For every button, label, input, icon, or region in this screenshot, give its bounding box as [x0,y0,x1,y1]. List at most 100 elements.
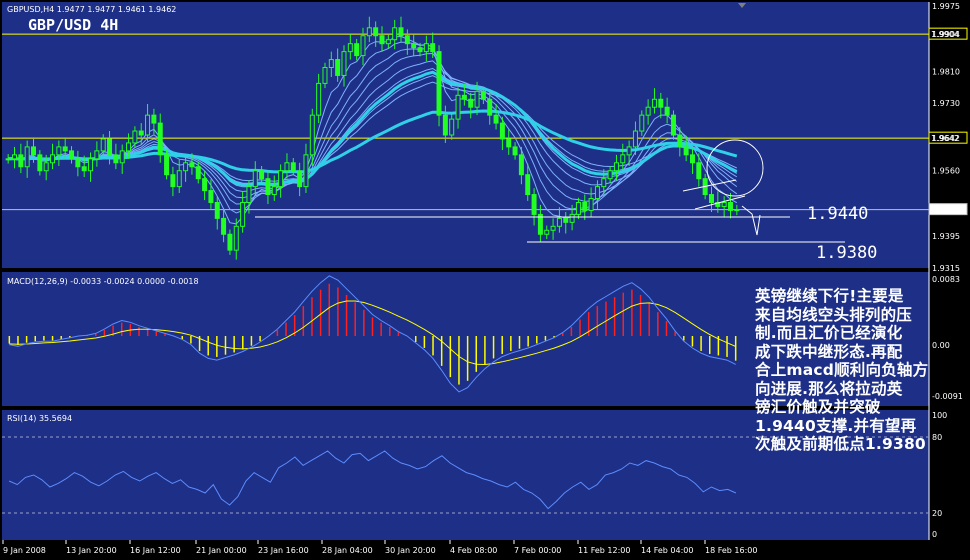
price-tick-label: 1.9642 [932,134,960,143]
candle-body [208,190,214,203]
x-tick-label: 16 Jan 12:00 [130,546,181,555]
candle-body [195,166,201,180]
candle-body [132,130,138,144]
x-axis: 9 Jan 2008 13 Jan 20:00 16 Jan 12:00 21 Jan… [2,540,757,555]
candle-body [151,114,157,124]
comment-line: 合上macd顺利向负轴方 [755,361,929,379]
price-tick-label: 1.9395 [932,232,960,241]
candle-body [639,114,645,132]
candle-body [449,118,455,136]
candle-body [601,178,607,188]
candle-body [328,59,334,69]
candle-body [170,174,176,188]
candle-body [335,59,341,76]
candle-body [721,201,727,207]
candle-body [259,170,265,180]
comment-line: 1.9440支撑.并有望再 [755,416,917,435]
candle-body [31,146,37,156]
candle-body [227,233,233,251]
candle-body [214,201,220,219]
candle-body [43,162,49,172]
macd-tick-top: 0.0083 [932,275,960,284]
candle-body [430,43,436,53]
candle-body [284,162,290,172]
x-tick-label: 30 Jan 20:00 [385,546,436,555]
candle-body [233,225,239,251]
candle-body [392,27,398,41]
candle-body [689,154,695,164]
candle-body [645,106,651,116]
candle-body [164,154,170,176]
x-tick-label: 21 Jan 00:00 [196,546,247,555]
candle-body [411,43,417,49]
x-tick-label: 13 Jan 20:00 [66,546,117,555]
candle-body [398,27,404,37]
candle-body [138,130,144,136]
candle-body [126,142,132,152]
candle-body [727,201,733,211]
candle-body [265,178,271,196]
candle-body [62,146,68,152]
candle-body [461,94,467,100]
x-tick-label: 23 Jan 16:00 [258,546,309,555]
candle-body [607,170,613,180]
chart-title: GBP/USD 4H [28,16,118,34]
candle-body [309,114,315,156]
candle-body [664,106,670,116]
candle-body [544,229,550,235]
candle-body [506,138,512,148]
candle-body [683,146,689,156]
candle-body [493,114,499,124]
price-tick-label: 1.9904 [932,30,960,39]
candle-body [303,154,309,188]
candle-body [569,213,575,223]
candle-body [113,154,119,164]
candle-body [670,114,676,136]
candle-body [37,154,43,172]
candle-body [734,209,740,212]
candle-body [373,27,379,37]
x-tick-label: 28 Jan 04:00 [322,546,373,555]
candle-body [189,162,195,168]
candle-body [360,35,366,57]
candle-body [347,43,353,53]
candle-body [512,146,518,156]
comment-line: 来自均线空头排列的压 [755,305,913,324]
x-tick-label: 7 Feb 00:00 [514,546,561,555]
candle-body [594,186,600,200]
candle-body [94,150,100,160]
candle-body [81,166,87,172]
candle-body [518,154,524,176]
candle-body [202,178,208,192]
candle-body [423,43,429,53]
comment-line: 镑汇价触及并突破 [755,398,881,416]
candle-body [24,146,30,168]
candle-body [100,138,106,152]
candle-body [18,154,24,168]
candle-body [708,194,714,203]
candle-body [385,39,391,45]
candle-body [487,98,493,116]
candle-body [499,122,505,140]
candle-body [417,47,423,53]
symbol-info: GBPUSD,H4 1.9477 1.9477 1.9461 1.9462 [7,5,176,14]
comment-line: 英镑继续下行!主要是 [755,287,904,305]
candle-body [107,138,113,156]
support-label-2: 1.9380 [816,243,877,263]
rsi-tick-20: 20 [932,509,942,518]
candle-body [297,170,303,188]
candle-body [531,194,537,215]
candle-body [183,162,189,172]
price-tick-label: 1.9730 [932,99,960,108]
macd-label: MACD(12,26,9) -0.0033 -0.0024 0.0000 -0.… [7,277,199,286]
candle-body [316,82,322,116]
candle-body [588,198,594,211]
candle-body [404,35,410,45]
candle-body [278,170,284,188]
candle-body [563,217,569,223]
candle-body [88,158,94,172]
candle-body [341,51,347,76]
candle-body [322,67,328,84]
rsi-tick-0: 0 [932,530,937,539]
analysis-comment: 英镑继续下行!主要是 来自均线空头排列的压 制.而且汇价已经演化 成下跌中继形态… [755,287,967,454]
